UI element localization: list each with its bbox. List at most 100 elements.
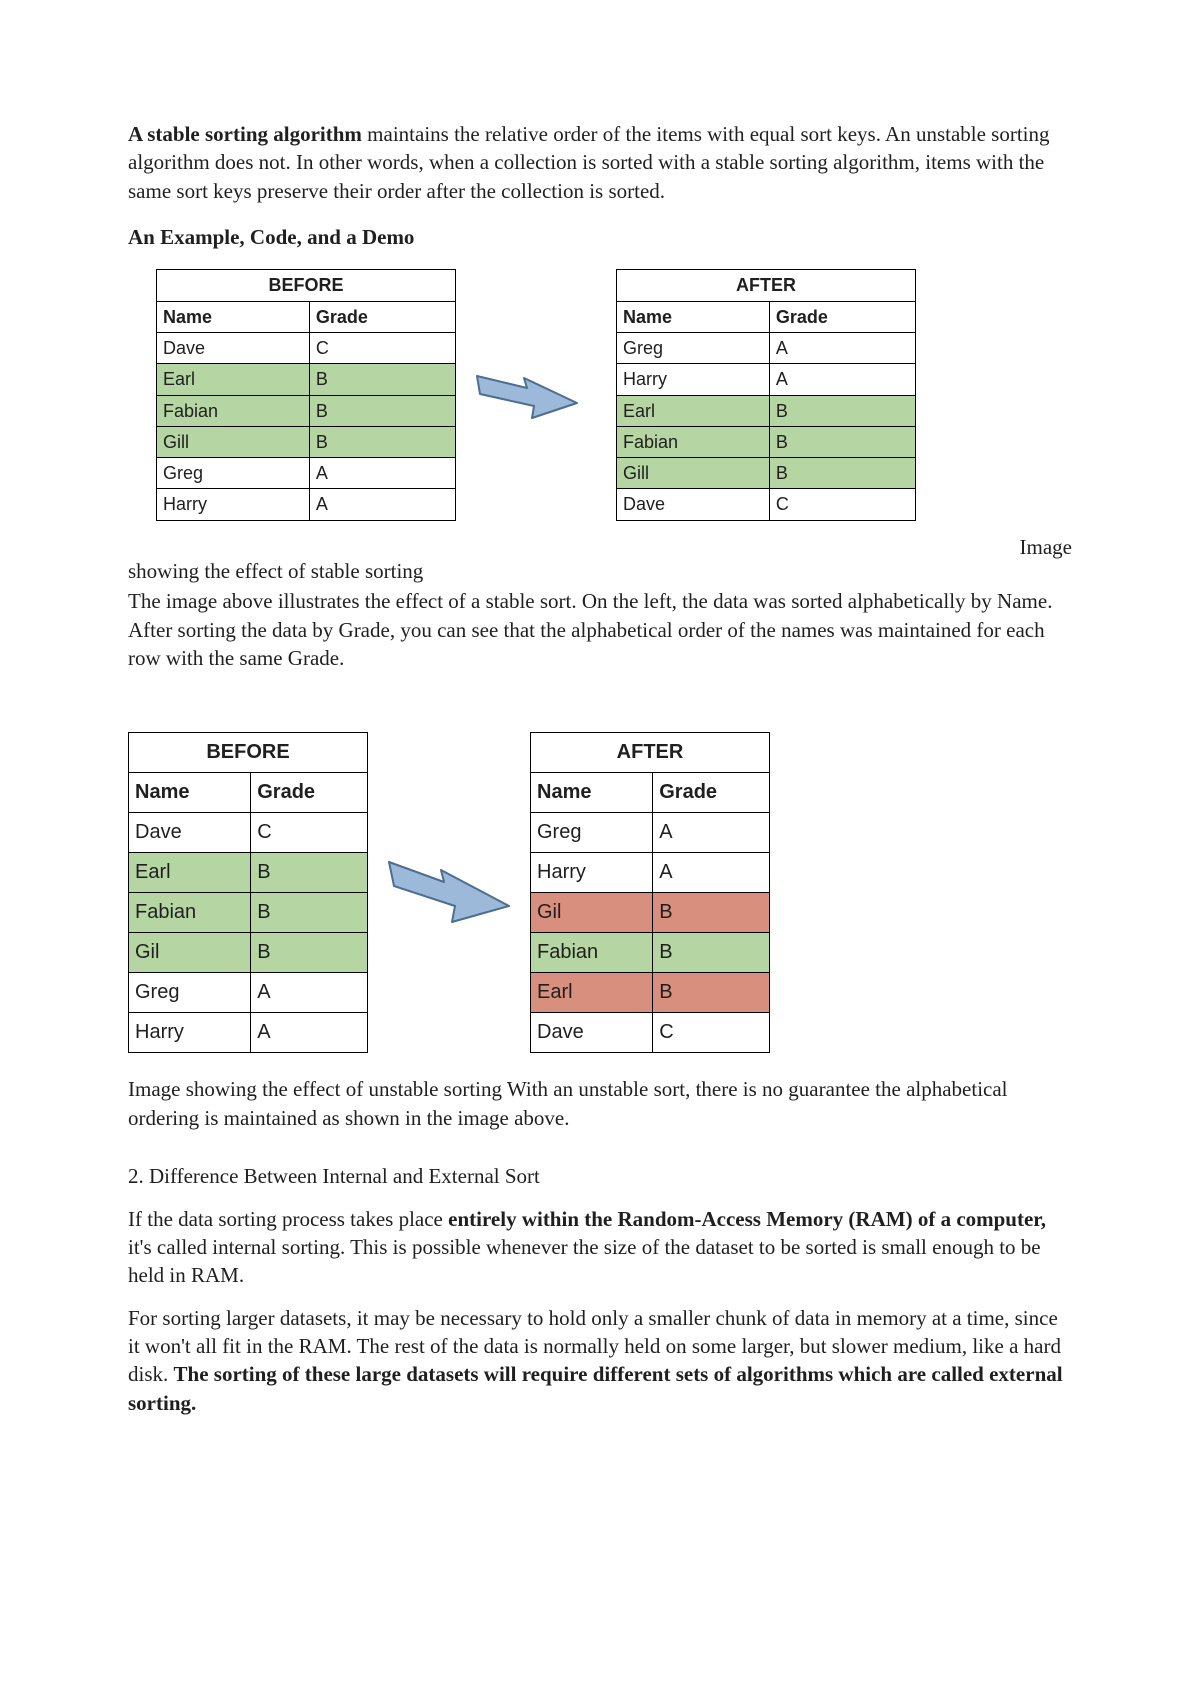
table-header: Name [157, 301, 310, 332]
table-cell: Earl [617, 395, 770, 426]
table-cell: B [769, 458, 915, 489]
table-cell: Harry [617, 364, 770, 395]
table-row: EarlB [157, 364, 456, 395]
table-header: Name [617, 301, 770, 332]
table-title: AFTER [617, 270, 916, 301]
table-header: Grade [653, 773, 770, 813]
figure1-label-cont: showing the effect of stable sorting [128, 557, 1072, 585]
table-cell: B [309, 426, 455, 457]
table-row: GregA [617, 332, 916, 363]
table-cell: A [251, 973, 368, 1013]
table-cell: A [309, 489, 455, 520]
table-cell: Earl [157, 364, 310, 395]
table-cell: B [309, 364, 455, 395]
table-cell: Harry [129, 1013, 251, 1053]
table-cell: Harry [531, 853, 653, 893]
arrow-icon [456, 356, 598, 433]
table-header: Name [531, 773, 653, 813]
table-row: HarryA [157, 489, 456, 520]
table-cell: Greg [129, 973, 251, 1013]
text: it's called internal sorting. This is po… [128, 1235, 1041, 1287]
table-row: FabianB [617, 426, 916, 457]
table-row: HarryA [617, 364, 916, 395]
text-bold: The sorting of these large datasets will… [128, 1362, 1063, 1414]
table-row: FabianB [129, 893, 368, 933]
table-header: Name [129, 773, 251, 813]
table-cell: A [653, 853, 770, 893]
subheading-example: An Example, Code, and a Demo [128, 223, 1072, 251]
table-cell: B [251, 893, 368, 933]
section2-heading: 2. Difference Between Internal and Exter… [128, 1162, 1072, 1190]
table-cell: C [309, 332, 455, 363]
table-cell: B [653, 933, 770, 973]
table-cell: C [653, 1013, 770, 1053]
table-cell: Gil [531, 893, 653, 933]
table-cell: Gill [157, 426, 310, 457]
figure2-caption: Image showing the effect of unstable sor… [128, 1075, 1072, 1132]
table-cell: Earl [129, 853, 251, 893]
table-cell: C [251, 813, 368, 853]
table-row: FabianB [157, 395, 456, 426]
table-cell: B [251, 853, 368, 893]
table-cell: A [653, 813, 770, 853]
text-bold: entirely within the Random-Access Memory… [448, 1207, 1046, 1231]
table-after: AFTERNameGradeGregAHarryAGilBFabianBEarl… [530, 732, 770, 1053]
table-row: GregA [129, 973, 368, 1013]
table-row: GillB [617, 458, 916, 489]
table-cell: B [769, 395, 915, 426]
table-row: DaveC [129, 813, 368, 853]
table-title: AFTER [531, 733, 770, 773]
table-row: EarlB [129, 853, 368, 893]
table-cell: Fabian [617, 426, 770, 457]
table-cell: Harry [157, 489, 310, 520]
table-after: AFTERNameGradeGregAHarryAEarlBFabianBGil… [616, 269, 916, 520]
table-cell: Dave [129, 813, 251, 853]
table-header: Grade [251, 773, 368, 813]
table-row: DaveC [157, 332, 456, 363]
arrow-icon [368, 844, 530, 941]
table-row: DaveC [617, 489, 916, 520]
intro-bold: A stable sorting algorithm [128, 122, 362, 146]
table-row: HarryA [129, 1013, 368, 1053]
table-row: GilB [129, 933, 368, 973]
table-cell: Earl [531, 973, 653, 1013]
table-before: BEFORENameGradeDaveCEarlBFabianBGillBGre… [156, 269, 456, 520]
table-cell: A [251, 1013, 368, 1053]
table-before: BEFORENameGradeDaveCEarlBFabianBGilBGreg… [128, 732, 368, 1053]
table-cell: Fabian [157, 395, 310, 426]
intro-paragraph: A stable sorting algorithm maintains the… [128, 120, 1072, 205]
table-cell: Fabian [531, 933, 653, 973]
table-cell: Gil [129, 933, 251, 973]
table-cell: A [309, 458, 455, 489]
figure-stable-sort: BEFORENameGradeDaveCEarlBFabianBGillBGre… [128, 269, 1072, 520]
table-cell: Gill [617, 458, 770, 489]
table-title: BEFORE [129, 733, 368, 773]
table-row: GillB [157, 426, 456, 457]
document-page: A stable sorting algorithm maintains the… [0, 0, 1200, 1491]
table-cell: A [769, 364, 915, 395]
table-row: HarryA [531, 853, 770, 893]
table-cell: B [769, 426, 915, 457]
table-row: DaveC [531, 1013, 770, 1053]
table-row: EarlB [617, 395, 916, 426]
table-cell: B [653, 893, 770, 933]
table-cell: Greg [157, 458, 310, 489]
table-row: GilB [531, 893, 770, 933]
figure1-explanation: The image above illustrates the effect o… [128, 587, 1072, 672]
text: If the data sorting process takes place [128, 1207, 448, 1231]
table-row: GregA [531, 813, 770, 853]
figure-unstable-sort: BEFORENameGradeDaveCEarlBFabianBGilBGreg… [128, 732, 1072, 1053]
table-row: GregA [157, 458, 456, 489]
table-cell: A [769, 332, 915, 363]
table-cell: B [251, 933, 368, 973]
table-cell: Greg [531, 813, 653, 853]
table-cell: B [653, 973, 770, 1013]
table-header: Grade [769, 301, 915, 332]
table-cell: Greg [617, 332, 770, 363]
table-cell: B [309, 395, 455, 426]
section2-paragraph1: If the data sorting process takes place … [128, 1205, 1072, 1290]
section2-paragraph2: For sorting larger datasets, it may be n… [128, 1304, 1072, 1417]
table-cell: Dave [531, 1013, 653, 1053]
table-row: FabianB [531, 933, 770, 973]
table-cell: Dave [617, 489, 770, 520]
